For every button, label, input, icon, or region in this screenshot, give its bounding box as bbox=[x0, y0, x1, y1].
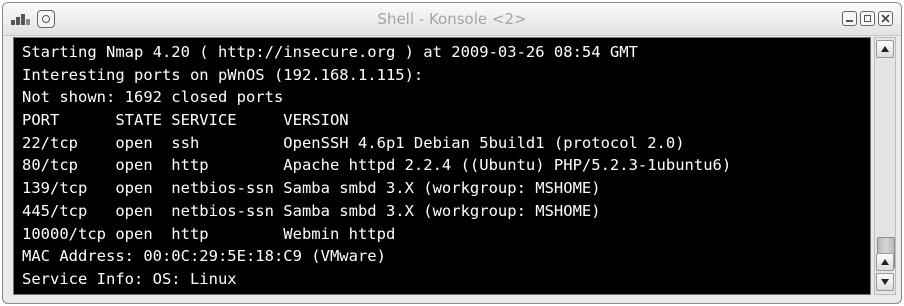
terminal-line: Service Info: OS: Linux bbox=[22, 269, 237, 288]
scroll-down-arrow-icon[interactable] bbox=[876, 273, 894, 291]
terminal-line: PORT STATE SERVICE VERSION bbox=[22, 111, 349, 130]
terminal-line: Interesting ports on pWnOS (192.168.1.11… bbox=[22, 65, 424, 84]
scroll-up-arrow-icon-lower[interactable] bbox=[876, 253, 894, 271]
minimize-icon[interactable] bbox=[842, 11, 857, 26]
window-controls bbox=[842, 11, 893, 26]
terminal-line: 80/tcp open http Apache httpd 2.2.4 ((Ub… bbox=[22, 156, 732, 175]
vertical-scrollbar[interactable] bbox=[874, 37, 896, 295]
terminal-line: 445/tcp open netbios-ssn Samba smbd 3.X … bbox=[22, 201, 601, 220]
window-title: Shell - Konsole <2> bbox=[377, 10, 527, 28]
scroll-up-arrow-icon[interactable] bbox=[876, 40, 894, 58]
maximize-icon[interactable] bbox=[860, 11, 875, 26]
terminal-line: Starting Nmap 4.20 ( http://insecure.org… bbox=[22, 43, 638, 61]
scrollbar-track[interactable] bbox=[876, 59, 895, 269]
terminal-output[interactable]: Starting Nmap 4.20 ( http://insecure.org… bbox=[13, 37, 871, 295]
terminal-line: Not shown: 1692 closed ports bbox=[22, 88, 284, 107]
terminal-line: 10000/tcp open http Webmin httpd bbox=[22, 224, 396, 243]
terminal-text: Starting Nmap 4.20 ( http://insecure.org… bbox=[22, 41, 731, 291]
terminal-line: 139/tcp open netbios-ssn Samba smbd 3.X … bbox=[22, 179, 601, 198]
close-icon[interactable] bbox=[878, 11, 893, 26]
title-bar[interactable]: Shell - Konsole <2> bbox=[3, 3, 901, 36]
terminal-line: 22/tcp open ssh OpenSSH 4.6p1 Debian 5bu… bbox=[22, 133, 685, 152]
terminal-line: MAC Address: 00:0C:29:5E:18:C9 (VMware) bbox=[22, 247, 386, 266]
konsole-window: Shell - Konsole <2> Starting Nmap 4.20 (… bbox=[2, 2, 902, 304]
